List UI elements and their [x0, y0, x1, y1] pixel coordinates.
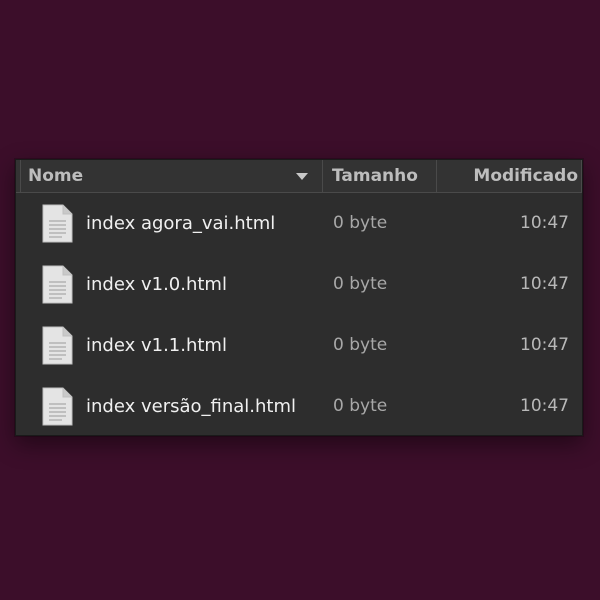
column-header-modified[interactable]: Modificado	[436, 160, 582, 192]
text-file-icon	[42, 204, 73, 243]
file-size: 0 byte	[333, 213, 388, 233]
file-name: index versão_final.html	[86, 395, 297, 417]
file-row[interactable]: index versão_final.html 0 byte 10:47	[16, 376, 582, 436]
text-file-icon	[42, 387, 73, 426]
file-modified-time: 10:47	[520, 274, 569, 294]
text-file-icon	[42, 265, 73, 304]
column-header-bar: Nome Tamanho Modificado	[16, 160, 582, 193]
file-name: index v1.0.html	[86, 273, 227, 295]
column-header-size[interactable]: Tamanho	[322, 160, 436, 192]
file-list-panel: Nome Tamanho Modificado index agora_vai.…	[15, 159, 583, 436]
file-row[interactable]: index agora_vai.html 0 byte 10:47	[16, 193, 582, 253]
file-modified-time: 10:47	[520, 335, 569, 355]
file-name: index v1.1.html	[86, 334, 227, 356]
file-size: 0 byte	[333, 335, 388, 355]
file-size: 0 byte	[333, 396, 388, 416]
column-header-modified-label: Modificado	[473, 166, 578, 186]
file-modified-time: 10:47	[520, 396, 569, 416]
text-file-icon	[42, 326, 73, 365]
sort-descending-icon[interactable]	[296, 173, 308, 180]
column-header-size-label: Tamanho	[332, 166, 418, 186]
file-row[interactable]: index v1.0.html 0 byte 10:47	[16, 254, 582, 314]
column-header-name-label: Nome	[28, 166, 84, 186]
column-header-name[interactable]: Nome	[20, 160, 322, 192]
file-modified-time: 10:47	[520, 213, 569, 233]
file-name: index agora_vai.html	[86, 212, 276, 234]
file-size: 0 byte	[333, 274, 388, 294]
file-row[interactable]: index v1.1.html 0 byte 10:47	[16, 315, 582, 375]
